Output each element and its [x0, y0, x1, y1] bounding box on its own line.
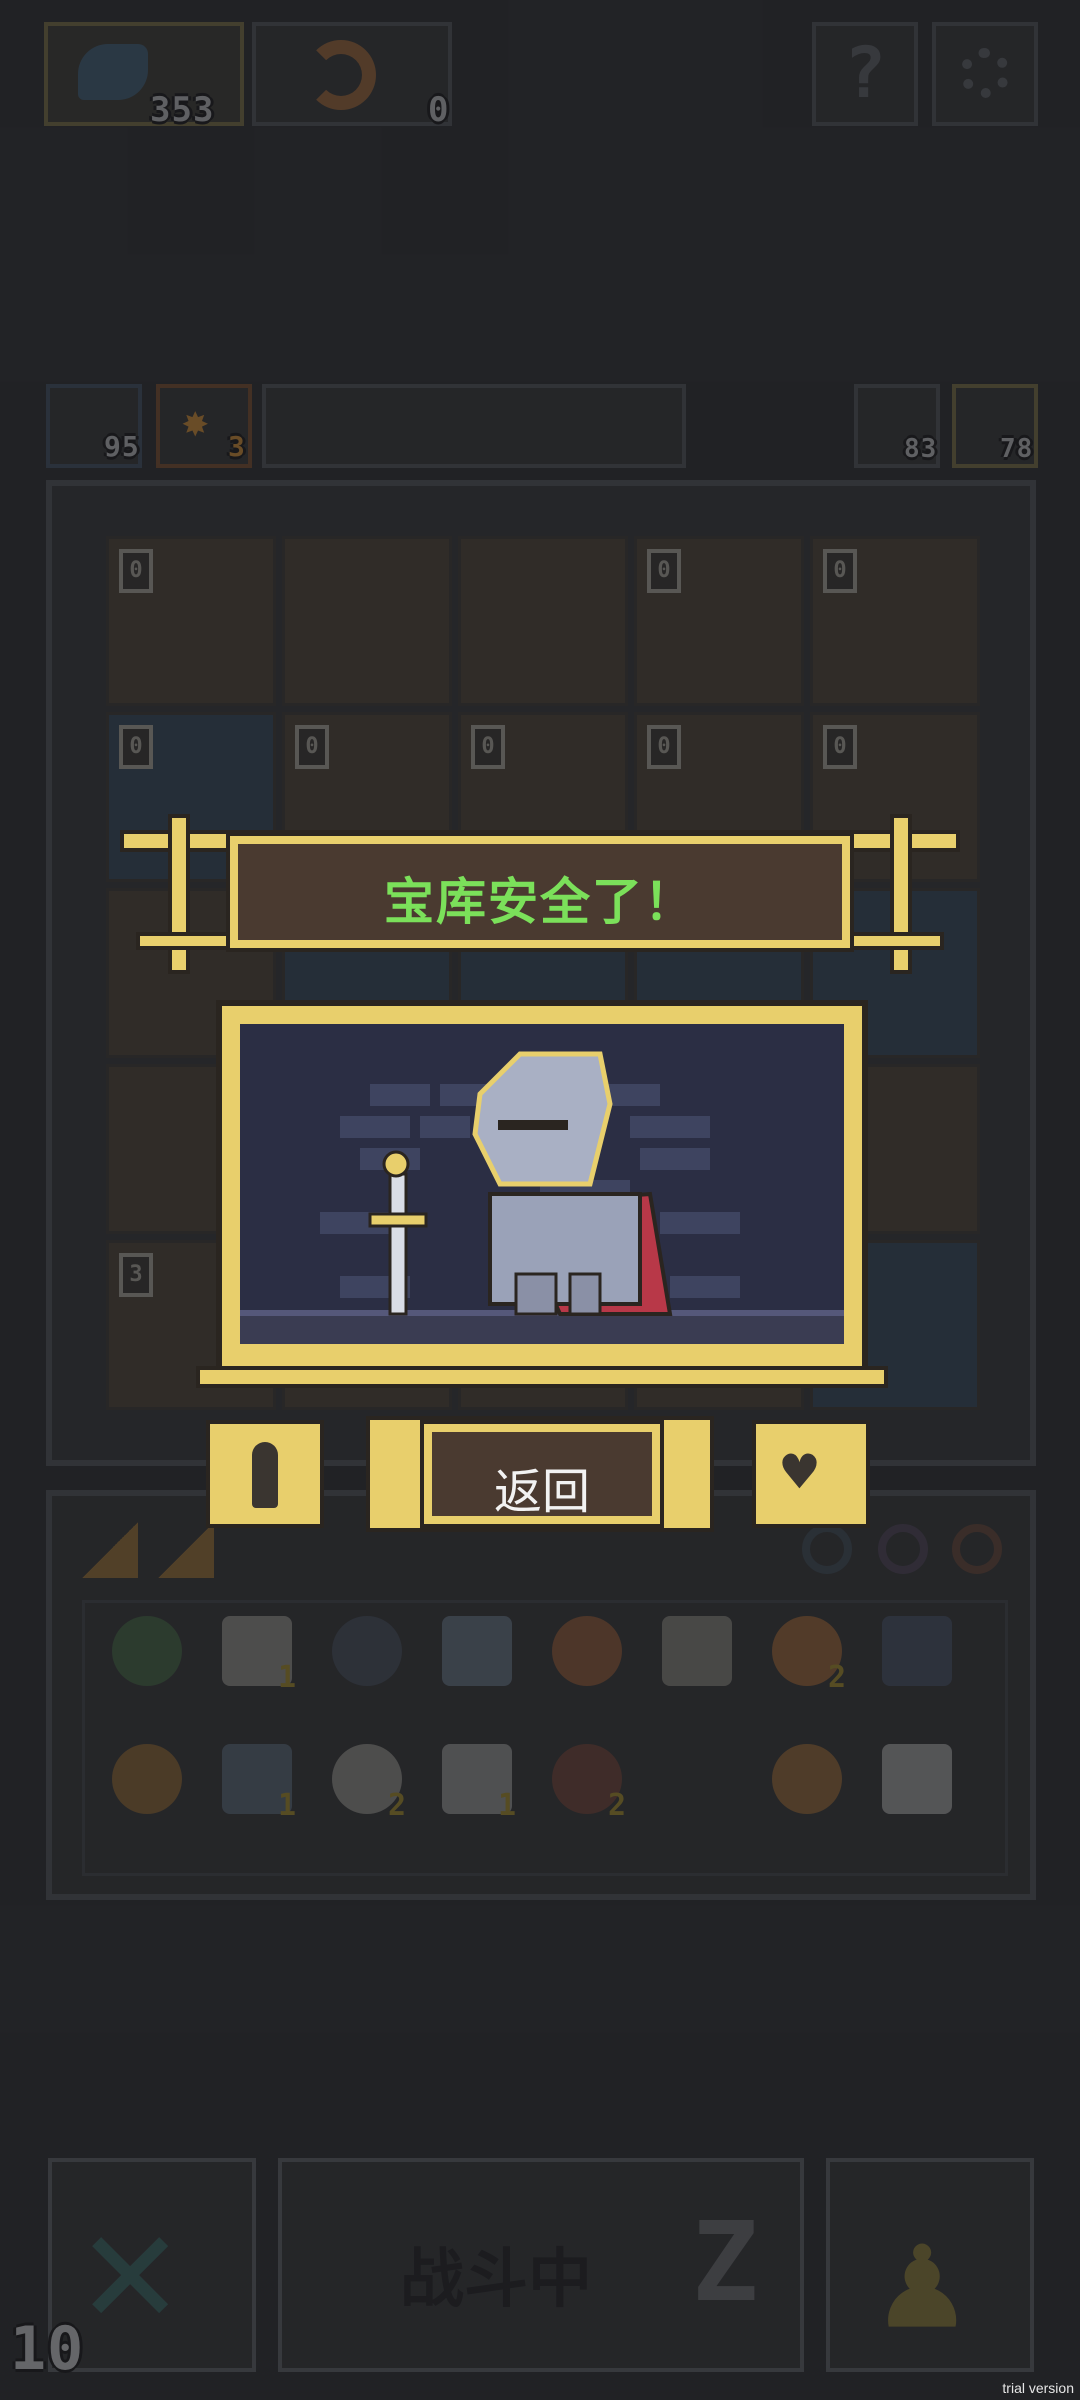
illustration-frame — [222, 1006, 862, 1380]
banner-title: 宝库安全了！ — [384, 873, 696, 931]
illustration-base — [196, 1366, 888, 1388]
heart-button[interactable]: ♥ — [756, 1424, 866, 1524]
banner-rod-right-cap — [890, 814, 912, 974]
trial-watermark: trial version — [1002, 2380, 1074, 2396]
knight-illustration — [240, 1051, 844, 1344]
back-button-label: 返回 — [493, 1464, 590, 1520]
heart-icon: ♥ — [782, 1438, 817, 1506]
title-banner: 宝库安全了！ — [230, 836, 850, 948]
banner-rod-left-cap — [168, 814, 190, 974]
keyhole-button[interactable] — [210, 1424, 320, 1524]
illustration-scene — [240, 1024, 844, 1344]
keyhole-icon — [252, 1442, 278, 1508]
back-button[interactable]: 返回 — [424, 1424, 660, 1524]
